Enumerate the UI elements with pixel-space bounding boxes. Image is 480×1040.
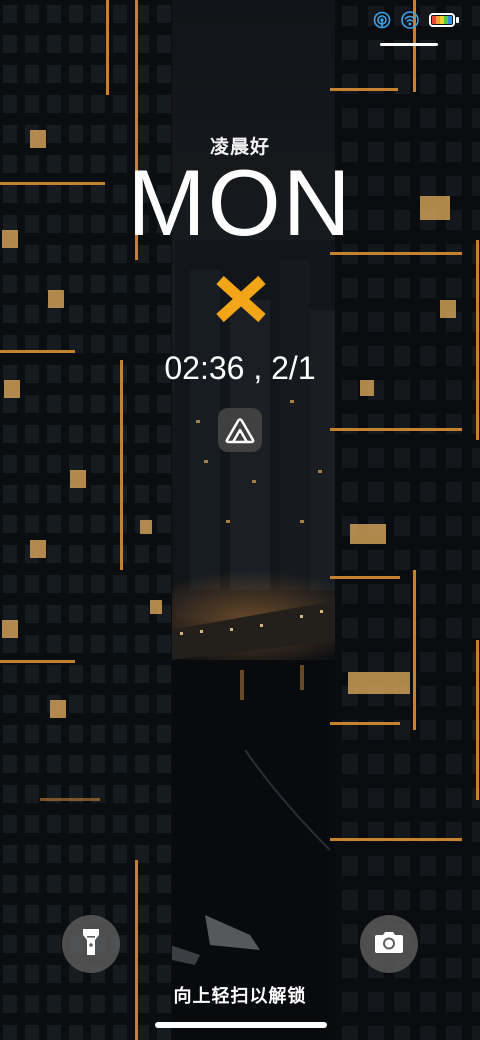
flashlight-button[interactable] [62, 915, 120, 973]
time-date-label: 02:36 , 2/1 [164, 350, 316, 386]
hotspot-icon [372, 10, 392, 30]
status-bar [372, 10, 460, 30]
battery-icon [428, 10, 460, 30]
unlock-hint: 向上轻扫以解锁 [173, 986, 307, 1006]
day-of-week: MON [127, 150, 353, 255]
mountain-logo-icon[interactable] [218, 408, 262, 452]
wifi-icon [400, 10, 420, 30]
close-x-icon [214, 272, 268, 326]
notification-pull-indicator[interactable] [380, 43, 438, 46]
flashlight-icon [81, 927, 101, 962]
camera-icon [374, 930, 404, 959]
camera-button[interactable] [360, 915, 418, 973]
home-indicator[interactable] [155, 1022, 327, 1028]
